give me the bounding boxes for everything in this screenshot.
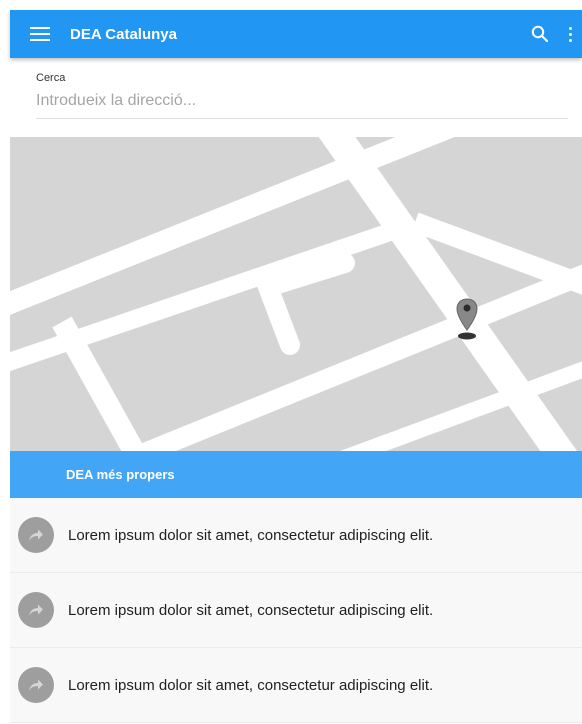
search-button[interactable] <box>520 10 560 58</box>
list-item[interactable]: Lorem ipsum dolor sit amet, consectetur … <box>10 498 582 573</box>
app-bar: DEA Catalunya <box>10 10 582 58</box>
list-item-text: Lorem ipsum dolor sit amet, consectetur … <box>68 526 434 544</box>
search-field: Cerca <box>36 72 568 126</box>
search-label: Cerca <box>36 72 66 84</box>
map-roads <box>10 137 582 451</box>
directions-icon[interactable] <box>18 592 54 628</box>
list-item[interactable]: Lorem ipsum dolor sit amet, consectetur … <box>10 648 582 723</box>
dea-list: Lorem ipsum dolor sit amet, consectetur … <box>10 498 582 723</box>
app-title: DEA Catalunya <box>70 25 177 43</box>
menu-button[interactable] <box>10 10 70 58</box>
more-vert-icon <box>568 26 572 42</box>
directions-icon[interactable] <box>18 517 54 553</box>
list-item[interactable]: Lorem ipsum dolor sit amet, consectetur … <box>10 573 582 648</box>
search-icon <box>531 25 549 43</box>
directions-icon[interactable] <box>18 667 54 703</box>
nearest-dea-header: DEA més propers <box>10 451 582 498</box>
more-options-button[interactable] <box>560 10 580 58</box>
section-title: DEA més propers <box>66 467 175 482</box>
search-input[interactable] <box>36 90 568 119</box>
map-pin-icon[interactable] <box>455 297 479 341</box>
map-view[interactable] <box>10 137 582 451</box>
list-item-text: Lorem ipsum dolor sit amet, consectetur … <box>68 676 434 694</box>
menu-icon <box>30 27 50 41</box>
list-item-text: Lorem ipsum dolor sit amet, consectetur … <box>68 601 434 619</box>
